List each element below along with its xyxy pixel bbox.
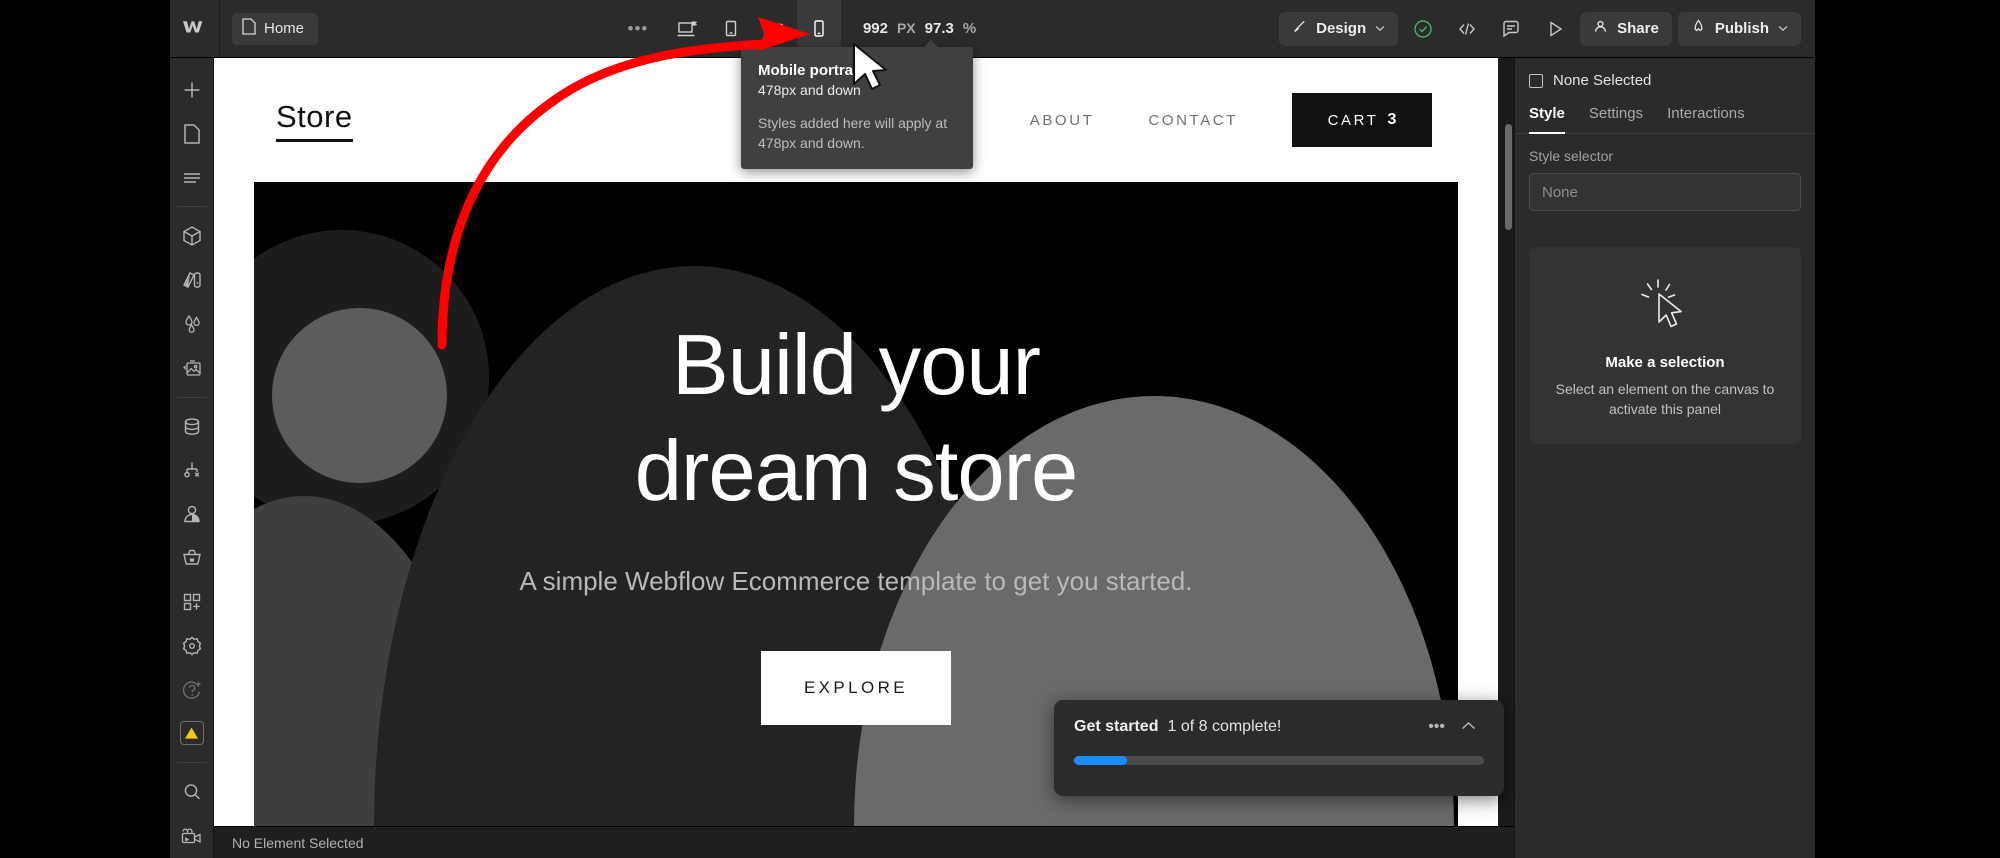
square-icon [1529,73,1543,88]
cart-button[interactable]: CART 3 [1292,93,1432,147]
sidebar-item-cms[interactable] [170,405,214,449]
page-chip-home[interactable]: Home [232,12,319,45]
person-icon [1593,19,1608,38]
empty-state-text: Select an element on the canvas to activ… [1555,381,1775,418]
nav-link-contact[interactable]: CONTACT [1148,112,1238,129]
breakpoint-readout[interactable]: 992 PX 97.3 % [863,20,976,37]
warning-triangle-icon [179,721,204,746]
get-started-progress-fill [1074,756,1128,765]
top-toolbar: Home ••• 992 PX 97.3 % Design Share Publ… [170,0,1815,58]
zoom-unit: % [962,20,977,37]
tab-settings[interactable]: Settings [1589,105,1643,134]
style-selector-label: Style selector [1529,148,1614,164]
page-icon [242,18,256,39]
checkmark-circle-icon[interactable] [1404,12,1442,46]
hero-subheading[interactable]: A simple Webflow Ecommerce template to g… [520,561,1193,603]
brush-icon [1292,19,1307,38]
sidebar-item-navigator[interactable] [170,156,214,200]
get-started-more-button[interactable]: ••• [1420,718,1453,736]
sidebar-item-video-tutorials[interactable] [170,814,214,858]
canvas-width-unit: PX [896,20,916,36]
get-started-progress-track [1074,756,1484,765]
design-mode-dropdown[interactable]: Design [1279,11,1399,46]
sidebar-item-apps[interactable] [170,580,214,624]
chevron-down-icon [1375,23,1385,35]
right-style-panel: None Selected Style Settings Interaction… [1514,58,1815,858]
cart-label: CART [1327,111,1379,129]
sidebar-item-style-guide[interactable] [170,258,214,302]
chevron-up-icon[interactable] [1453,718,1484,736]
style-selector-input[interactable]: None [1529,173,1801,211]
breakpoint-desktop-button[interactable] [665,0,709,58]
sidebar-item-ecommerce[interactable] [170,536,214,580]
right-panel-body: Style selector None Make a selection Sel… [1515,134,1815,444]
hero-heading-line2: dream store [634,424,1079,520]
design-mode-label: Design [1316,20,1367,37]
nav-link-about[interactable]: ABOUT [1030,112,1095,129]
sidebar-item-add-elements[interactable] [170,68,214,112]
cart-count: 3 [1387,111,1397,128]
sidebar-item-variables[interactable] [170,302,214,346]
publish-button[interactable]: Publish [1677,11,1802,46]
sidebar-item-users[interactable] [170,492,214,536]
page-chip-label: Home [264,20,305,37]
share-label: Share [1617,20,1659,37]
sidebar-divider [176,206,207,208]
get-started-header: Get started 1 of 8 complete! ••• [1074,718,1484,736]
sidebar-divider [176,396,207,398]
right-panel-header: None Selected [1515,58,1815,89]
sidebar-item-pages[interactable] [170,112,214,156]
hero-heading-line1: Build your [672,317,1041,413]
sidebar-item-settings[interactable] [170,624,214,668]
sidebar-item-components[interactable] [170,214,214,258]
canvas-width-value[interactable]: 992 [863,20,888,37]
toolbar-more-button[interactable]: ••• [621,13,655,45]
comment-icon[interactable] [1492,12,1530,46]
toolbar-right-group: Design Share Publish [1279,11,1802,46]
selection-indicator: None Selected [1529,72,1801,89]
tooltip-title: Mobile portrait [758,62,863,79]
sidebar-item-logic[interactable] [170,449,214,493]
webflow-designer-window: Home ••• 992 PX 97.3 % Design Share Publ… [170,0,1815,858]
zoom-value[interactable]: 97.3 [925,20,954,37]
tab-interactions[interactable]: Interactions [1667,105,1745,134]
sidebar-item-ai-assist[interactable] [170,668,214,712]
right-panel-tabs: Style Settings Interactions [1515,105,1815,134]
get-started-title: Get started [1074,718,1159,735]
chevron-down-icon [1778,23,1788,35]
rocket-icon [1691,19,1706,38]
sidebar-item-search[interactable] [170,770,214,814]
preview-play-icon[interactable] [1536,12,1574,46]
sidebar-item-audit[interactable] [170,712,214,756]
status-bar-text: No Element Selected [232,834,364,851]
tooltip-body: Styles added here will apply at 478px an… [758,114,948,152]
code-icon[interactable] [1448,12,1486,46]
status-bar: No Element Selected [214,826,1514,858]
sidebar-divider [176,762,207,764]
get-started-panel[interactable]: Get started 1 of 8 complete! ••• [1054,700,1504,796]
share-button[interactable]: Share [1580,11,1672,46]
publish-label: Publish [1714,20,1770,37]
selection-label: None Selected [1553,72,1652,89]
canvas-scrollbar[interactable] [1505,124,1512,230]
design-canvas[interactable]: Store ABOUT CONTACT CART 3 Build your dr… [214,58,1514,826]
empty-state-title: Make a selection [1605,354,1725,371]
tab-style[interactable]: Style [1529,105,1565,134]
sidebar-item-assets[interactable] [170,346,214,390]
tooltip-subtitle: 478px and down [758,82,861,99]
empty-state-panel: Make a selection Select an element on th… [1529,247,1801,444]
site-brand-logo[interactable]: Store [276,99,353,142]
cursor-click-icon [1635,279,1695,339]
breakpoint-tooltip: Mobile portrait 478px and down Styles ad… [741,39,973,170]
webflow-logo-icon[interactable] [170,0,220,58]
hero-heading[interactable]: Build your dream store [634,313,1079,526]
get-started-progress-text: 1 of 8 complete! [1167,718,1282,735]
hero-explore-button[interactable]: EXPLORE [761,651,951,726]
left-sidebar-rail [170,58,214,858]
